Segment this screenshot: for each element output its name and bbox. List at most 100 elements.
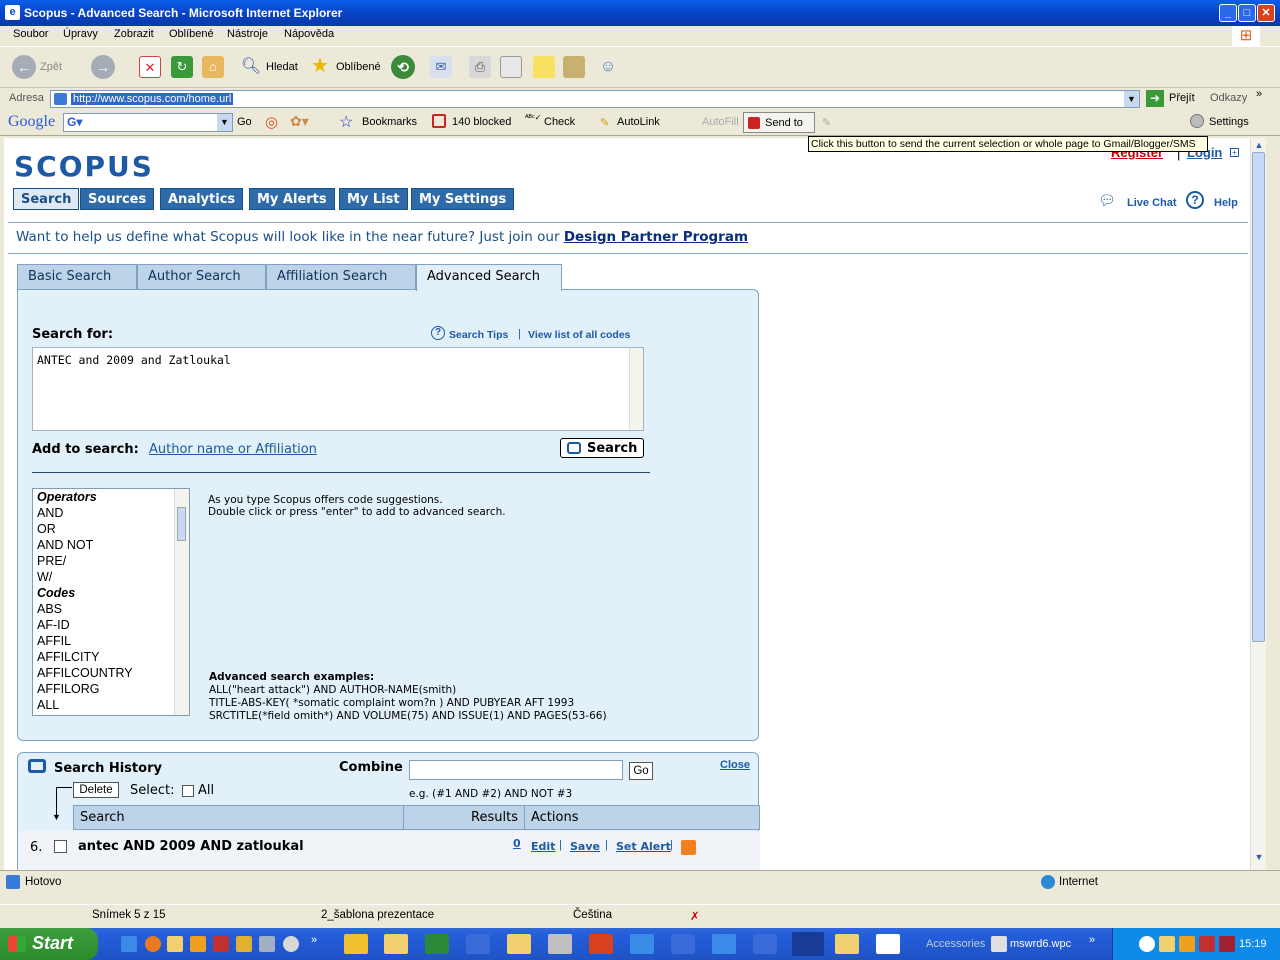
list-item[interactable]: OR <box>33 521 189 537</box>
search-icon[interactable]: 🔍︎ <box>240 56 262 78</box>
app-icon[interactable] <box>213 936 229 952</box>
messenger-icon[interactable]: ☺ <box>597 56 619 78</box>
list-item[interactable]: AND NOT <box>33 537 189 553</box>
search-tips-icon[interactable]: ? <box>431 326 445 340</box>
task-button[interactable] <box>671 934 695 954</box>
nav-my-list[interactable]: My List <box>339 188 408 210</box>
menu-oblibene[interactable]: Oblíbené <box>169 28 214 40</box>
row-edit-link[interactable]: Edit <box>531 840 555 853</box>
excel-task-button[interactable] <box>425 934 449 954</box>
list-item[interactable]: AND <box>33 505 189 521</box>
firefox-icon[interactable] <box>145 936 161 952</box>
close-button[interactable]: ✕ <box>1257 4 1275 22</box>
stop-icon[interactable]: ✕ <box>139 56 161 78</box>
refresh-icon[interactable]: ↻ <box>171 56 193 78</box>
nav-sources[interactable]: Sources <box>80 188 155 210</box>
options-icon[interactable]: ✿▾ <box>290 113 309 130</box>
design-partner-link[interactable]: Design Partner Program <box>564 229 748 245</box>
bookmarks-button[interactable]: Bookmarks <box>362 116 417 128</box>
combine-input[interactable] <box>409 760 623 780</box>
home-icon[interactable]: ⌂ <box>202 56 224 78</box>
blocked-count[interactable]: 140 blocked <box>452 116 511 128</box>
print-icon[interactable]: ⎙ <box>469 56 491 78</box>
row-set-alert-link[interactable]: Set Alert <box>616 840 671 853</box>
scopus-logo[interactable]: SCOPUS <box>14 150 154 183</box>
scroll-up-icon[interactable]: ▲ <box>1253 140 1265 152</box>
task-button[interactable] <box>630 934 654 954</box>
tray-icon[interactable] <box>1159 936 1175 952</box>
select-all-checkbox[interactable] <box>182 785 194 797</box>
settings-button[interactable]: Settings <box>1209 116 1249 128</box>
search-button[interactable]: Search <box>560 438 644 458</box>
help-icon[interactable]: ? <box>1186 191 1204 209</box>
task-button[interactable] <box>344 934 368 954</box>
check-button[interactable]: Check <box>544 116 575 128</box>
row-save-link[interactable]: Save <box>570 840 600 853</box>
row-query[interactable]: antec AND 2009 AND zatloukal <box>78 839 304 854</box>
back-label[interactable]: Zpět <box>40 61 62 73</box>
send-to-button[interactable]: Send to <box>743 112 815 133</box>
combine-go-button[interactable]: Go <box>629 762 653 780</box>
menu-nastroje[interactable]: Nástroje <box>227 28 268 40</box>
research-icon[interactable] <box>563 56 585 78</box>
doc-label[interactable]: mswrd6.wpc <box>1010 938 1071 950</box>
back-arrow-icon[interactable]: ← <box>12 55 36 79</box>
list-item[interactable]: ABS <box>33 601 189 617</box>
nav-my-alerts[interactable]: My Alerts <box>249 188 335 210</box>
listbox-scrollbar[interactable] <box>174 489 189 715</box>
links-label[interactable]: Odkazy <box>1210 92 1247 104</box>
tray-icon[interactable] <box>1199 936 1215 952</box>
tab-basic-search[interactable]: Basic Search <box>17 264 137 290</box>
textarea-scrollbar[interactable] <box>629 348 643 430</box>
task-button[interactable] <box>712 934 736 954</box>
accessories-label[interactable]: Accessories <box>926 938 985 950</box>
discuss-icon[interactable] <box>533 56 555 78</box>
clock-app-icon[interactable] <box>190 936 206 952</box>
row-results[interactable]: 0 <box>513 837 521 850</box>
app-icon[interactable] <box>236 936 252 952</box>
list-item[interactable]: AF-ID <box>33 617 189 633</box>
expand-icon[interactable]: + <box>1230 148 1239 157</box>
live-chat-link[interactable]: Live Chat <box>1127 197 1177 209</box>
list-item[interactable]: AFFILCOUNTRY <box>33 665 189 681</box>
row-checkbox[interactable] <box>54 840 67 853</box>
minimize-button[interactable]: _ <box>1219 4 1237 22</box>
pagerank-icon[interactable]: ◎ <box>265 113 278 131</box>
live-chat-icon[interactable]: 💬︎ <box>1098 192 1116 209</box>
spelling-icon[interactable]: ✗ <box>690 909 700 923</box>
address-url[interactable]: http://www.scopus.com/home.url <box>71 93 234 105</box>
google-search-input[interactable]: G▾ ▼ <box>63 113 233 132</box>
scroll-thumb[interactable] <box>1252 152 1265 642</box>
tray-icon[interactable] <box>1179 936 1195 952</box>
nav-search[interactable]: Search <box>13 188 80 210</box>
address-dropdown-icon[interactable]: ▼ <box>1124 91 1139 107</box>
autolink-button[interactable]: AutoLink <box>617 116 660 128</box>
address-input[interactable]: http://www.scopus.com/home.url ▼ <box>50 90 1140 108</box>
history-icon[interactable]: ⟲ <box>391 55 415 79</box>
scroll-down-icon[interactable]: ▼ <box>1253 852 1265 864</box>
search-label[interactable]: Hledat <box>266 61 298 73</box>
list-item[interactable]: W/ <box>33 569 189 585</box>
autolink-icon[interactable]: ✎ <box>600 116 609 129</box>
list-item[interactable]: AFFILCITY <box>33 649 189 665</box>
tab-advanced-search[interactable]: Advanced Search <box>416 264 562 291</box>
task-button[interactable] <box>548 934 572 954</box>
media-icon[interactable] <box>283 936 299 952</box>
chevron-right-icon[interactable]: » <box>1089 934 1095 946</box>
mail-icon[interactable]: ✉ <box>430 56 452 78</box>
go-label[interactable]: Přejít <box>1169 92 1195 104</box>
menu-soubor[interactable]: Soubor <box>13 28 48 40</box>
list-item[interactable]: PRE/ <box>33 553 189 569</box>
tray-icon[interactable] <box>1139 936 1155 952</box>
tray-icon[interactable] <box>1219 936 1235 952</box>
active-task-button[interactable] <box>792 932 824 956</box>
bookmark-star-icon[interactable]: ☆ <box>339 112 353 132</box>
google-go-button[interactable]: Go <box>237 116 252 128</box>
edit-icon[interactable] <box>500 56 522 78</box>
spellcheck-icon[interactable]: ᴬᴮᶜ✓ <box>525 113 541 122</box>
tab-affiliation-search[interactable]: Affiliation Search <box>266 264 416 290</box>
view-codes-link[interactable]: View list of all codes <box>528 329 631 341</box>
list-item[interactable]: AFFIL <box>33 633 189 649</box>
task-button[interactable] <box>384 934 408 954</box>
folder-icon[interactable] <box>167 936 183 952</box>
